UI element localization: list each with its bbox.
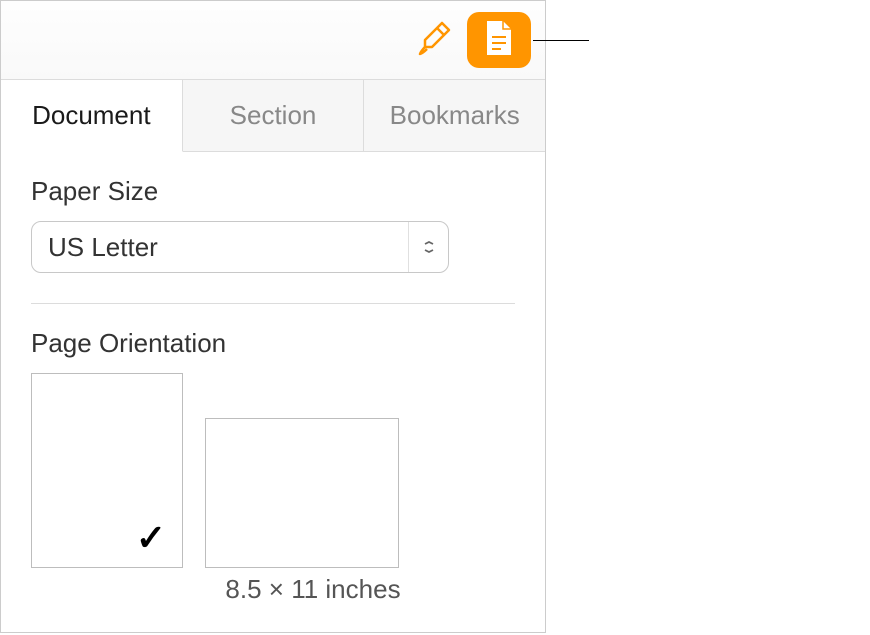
chevron-down-icon [408,222,448,272]
document-button[interactable] [467,12,531,68]
tab-label: Bookmarks [390,100,520,131]
orientation-label: Page Orientation [31,328,515,359]
paper-size-section: Paper Size US Letter [1,152,545,273]
inspector-toolbar [1,1,545,80]
format-button[interactable] [411,17,457,63]
checkmark-icon: ✓ [136,517,166,559]
document-inspector-panel: Document Section Bookmarks Paper Size US… [0,0,546,633]
page-dimensions: 8.5 × 11 inches [111,574,515,605]
paper-size-select-wrap: US Letter [31,221,449,273]
tab-label: Document [32,100,151,131]
orientation-landscape[interactable] [205,418,399,568]
paper-size-value: US Letter [48,232,158,263]
document-icon [483,19,515,62]
format-brush-icon [415,19,453,62]
tab-label: Section [230,100,317,131]
paper-size-select[interactable]: US Letter [31,221,449,273]
inspector-tabs: Document Section Bookmarks [1,80,545,152]
tab-section[interactable]: Section [183,80,365,152]
orientation-options: ✓ [31,373,515,568]
orientation-portrait[interactable]: ✓ [31,373,183,568]
callout-line [533,40,589,41]
paper-size-label: Paper Size [31,176,515,207]
tab-document[interactable]: Document [1,80,183,152]
orientation-section: Page Orientation ✓ 8.5 × 11 inches [1,304,545,605]
tab-bookmarks[interactable]: Bookmarks [364,80,545,152]
